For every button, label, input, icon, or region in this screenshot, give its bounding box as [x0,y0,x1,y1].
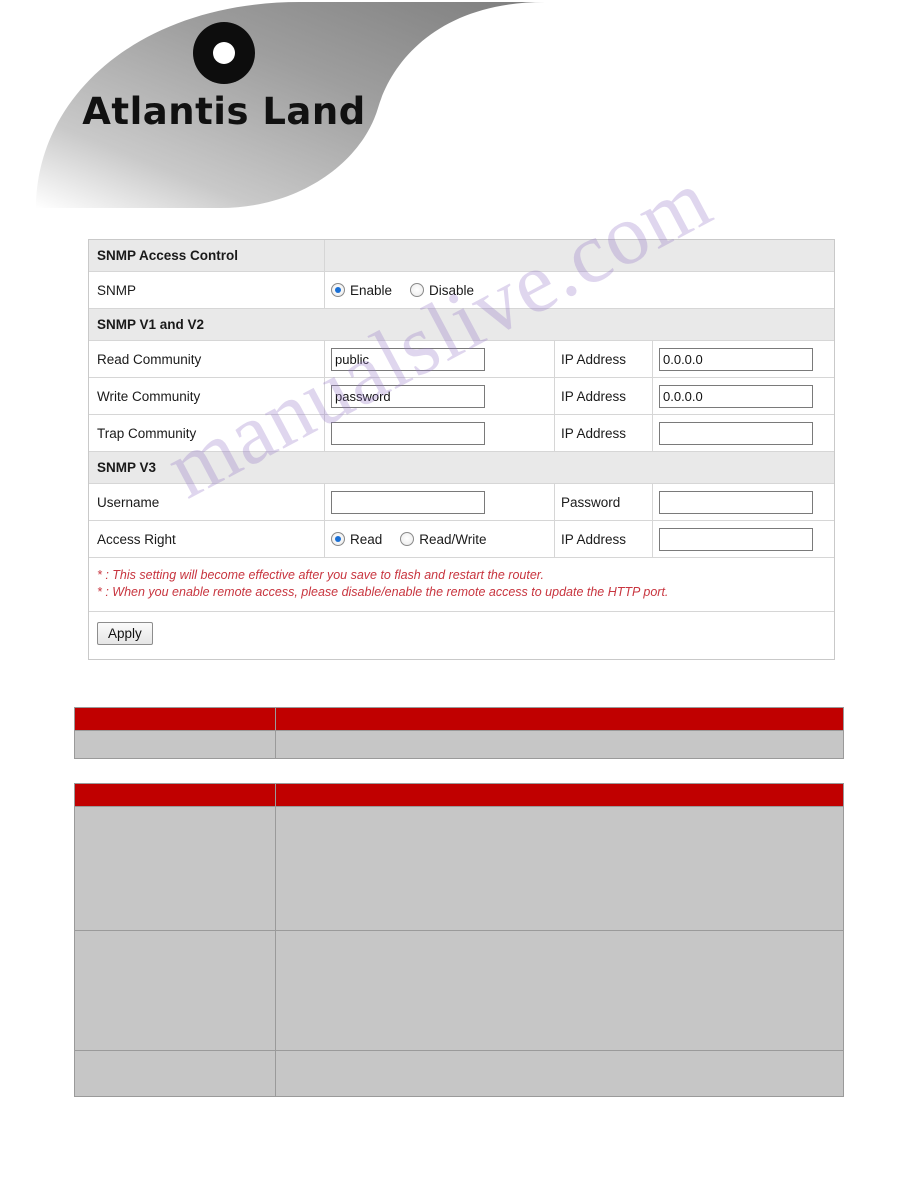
table2-r2c2 [275,930,844,1051]
read-community-ip-cell [653,341,834,377]
table-row [74,930,844,1051]
write-community-field-cell [325,378,555,414]
radio-dot-icon [331,532,345,546]
snmp-enable-radio[interactable]: Enable [331,283,392,298]
note-line-1: * : This setting will become effective a… [97,568,544,582]
circle-dot-icon [193,22,255,84]
access-right-ip-input[interactable] [659,527,813,551]
write-community-ip-label: IP Address [555,378,653,414]
read-community-ip-label: IP Address [555,341,653,377]
username-label: Username [89,484,325,520]
radio-dot-icon [410,283,425,297]
table-row [74,730,844,759]
table-row [74,1050,844,1097]
table2-header-col1 [74,783,276,807]
table2-r3c1 [74,1050,276,1097]
username-input[interactable] [331,490,485,514]
table2-r3c2 [275,1050,844,1097]
radio-dot-icon [331,283,345,297]
row-username: Username Password [89,484,834,521]
table2-r1c2 [275,806,844,931]
write-community-input[interactable] [331,384,485,408]
trap-community-ip-cell [653,415,834,451]
access-right-read-radio[interactable]: Read [331,532,382,547]
password-label: Password [555,484,653,520]
page-header: Atlantis Land [0,0,918,215]
row-read-community: Read Community IP Address [89,341,834,378]
table-row [74,783,844,807]
table1-r1c1 [74,730,276,759]
section-snmp-v1-v2-title: SNMP V1 and V2 [89,309,834,341]
write-community-label: Write Community [89,378,325,414]
apply-button[interactable]: Apply [97,622,153,645]
panel-notes: * : This setting will become effective a… [89,558,834,612]
table-row [74,806,844,931]
note-line-2: * : When you enable remote access, pleas… [97,585,669,599]
row-trap-community: Trap Community IP Address [89,415,834,452]
row-snmp-toggle: SNMP Enable Disable [89,272,834,309]
snmp-settings-panel: SNMP Access Control SNMP Enable Disable … [88,239,835,660]
brand-name: Atlantis Land [82,90,366,133]
write-community-ip-input[interactable] [659,384,813,408]
table1-header-col2 [275,707,844,731]
trap-community-ip-input[interactable] [659,421,813,445]
table-row [74,707,844,731]
snmp-radio-group[interactable]: Enable Disable [325,272,834,308]
description-table-2 [74,783,844,1097]
password-input[interactable] [659,490,813,514]
access-right-readwrite-radio[interactable]: Read/Write [400,531,487,547]
table2-r1c1 [74,806,276,931]
read-community-input[interactable] [331,347,485,371]
read-community-label: Read Community [89,341,325,377]
trap-community-label: Trap Community [89,415,325,451]
table1-r1c2 [275,730,844,759]
write-community-ip-cell [653,378,834,414]
access-right-label: Access Right [89,521,325,557]
section-access-control-spacer [325,240,834,271]
password-field-cell [653,484,834,520]
section-snmp-v3-title: SNMP V3 [89,452,834,484]
trap-community-field-cell [325,415,555,451]
read-community-ip-input[interactable] [659,347,813,371]
trap-community-input[interactable] [331,421,485,445]
username-field-cell [325,484,555,520]
row-access-right: Access Right Read Read/Write IP Address [89,521,834,558]
brand-logo: Atlantis Land [74,22,374,133]
access-right-ip-label: IP Address [555,521,653,557]
table1-header-col1 [74,707,276,731]
snmp-label: SNMP [89,272,325,308]
access-right-ip-cell [653,521,834,557]
access-right-radio-cell[interactable]: Read Read/Write [325,521,555,557]
panel-actions: Apply [89,612,834,659]
snmp-enable-label: Enable [350,282,393,298]
table2-header-col2 [275,783,844,807]
snmp-disable-radio[interactable]: Disable [410,283,474,298]
read-community-field-cell [325,341,555,377]
trap-community-ip-label: IP Address [555,415,653,451]
description-table-1 [74,707,844,759]
section-access-control-title: SNMP Access Control [89,240,325,271]
row-write-community: Write Community IP Address [89,378,834,415]
access-right-readwrite-label: Read/Write [419,531,487,547]
table2-r2c1 [74,930,276,1051]
access-right-read-label: Read [350,531,383,547]
radio-dot-icon [400,532,415,546]
section-snmp-access-control: SNMP Access Control [89,240,834,272]
snmp-disable-label: Disable [429,282,475,298]
